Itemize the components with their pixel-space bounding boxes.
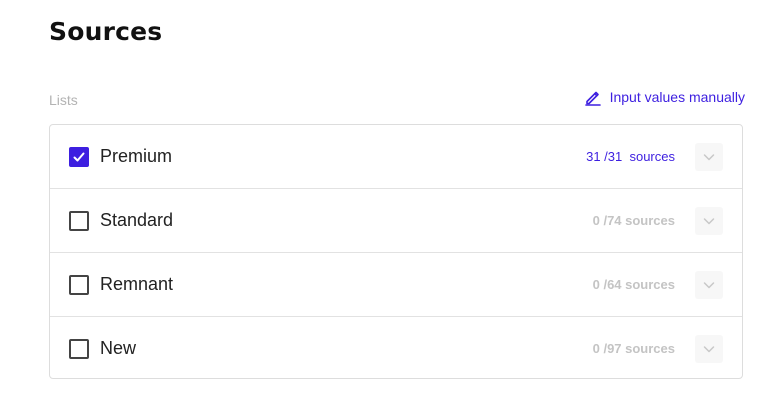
page-title: Sources — [49, 17, 163, 46]
expand-button-new[interactable] — [695, 334, 723, 363]
list-row-premium: Premium 31 /31 sources — [50, 125, 742, 189]
chevron-down-icon — [703, 153, 715, 160]
chevron-down-icon — [703, 217, 715, 224]
list-row-new: New 0 /97 sources — [50, 317, 742, 380]
checkbox-premium[interactable] — [69, 146, 89, 167]
chevron-down-icon — [703, 281, 715, 288]
sources-page: Sources Lists Input values manually Prem… — [0, 0, 775, 400]
checkmark-icon — [73, 152, 85, 161]
input-values-manually-link[interactable]: Input values manually — [584, 88, 745, 106]
source-count-premium: 31 /31 sources — [586, 149, 675, 164]
lists-label: Lists — [49, 92, 78, 108]
expand-button-standard[interactable] — [695, 206, 723, 235]
expand-button-premium[interactable] — [695, 142, 723, 171]
list-row-remnant: Remnant 0 /64 sources — [50, 253, 742, 317]
chevron-down-icon — [703, 345, 715, 352]
source-count-standard: 0 /74 sources — [592, 213, 675, 228]
expand-button-remnant[interactable] — [695, 270, 723, 299]
source-count-remnant: 0 /64 sources — [592, 277, 675, 292]
manual-link-label: Input values manually — [609, 89, 745, 105]
list-label-standard: Standard — [100, 210, 174, 230]
checkbox-remnant[interactable] — [69, 274, 89, 295]
source-count-new: 0 /97 sources — [592, 341, 675, 356]
list-label-remnant: Remnant — [100, 274, 174, 294]
pencil-icon — [584, 88, 602, 106]
list-label-new: New — [100, 338, 137, 358]
checkbox-new[interactable] — [69, 338, 89, 359]
list-row-standard: Standard 0 /74 sources — [50, 189, 742, 253]
checkbox-standard[interactable] — [69, 210, 89, 231]
list-label-premium: Premium — [100, 146, 173, 166]
lists-container: Premium 31 /31 sources Standard 0 /74 so… — [49, 124, 743, 379]
